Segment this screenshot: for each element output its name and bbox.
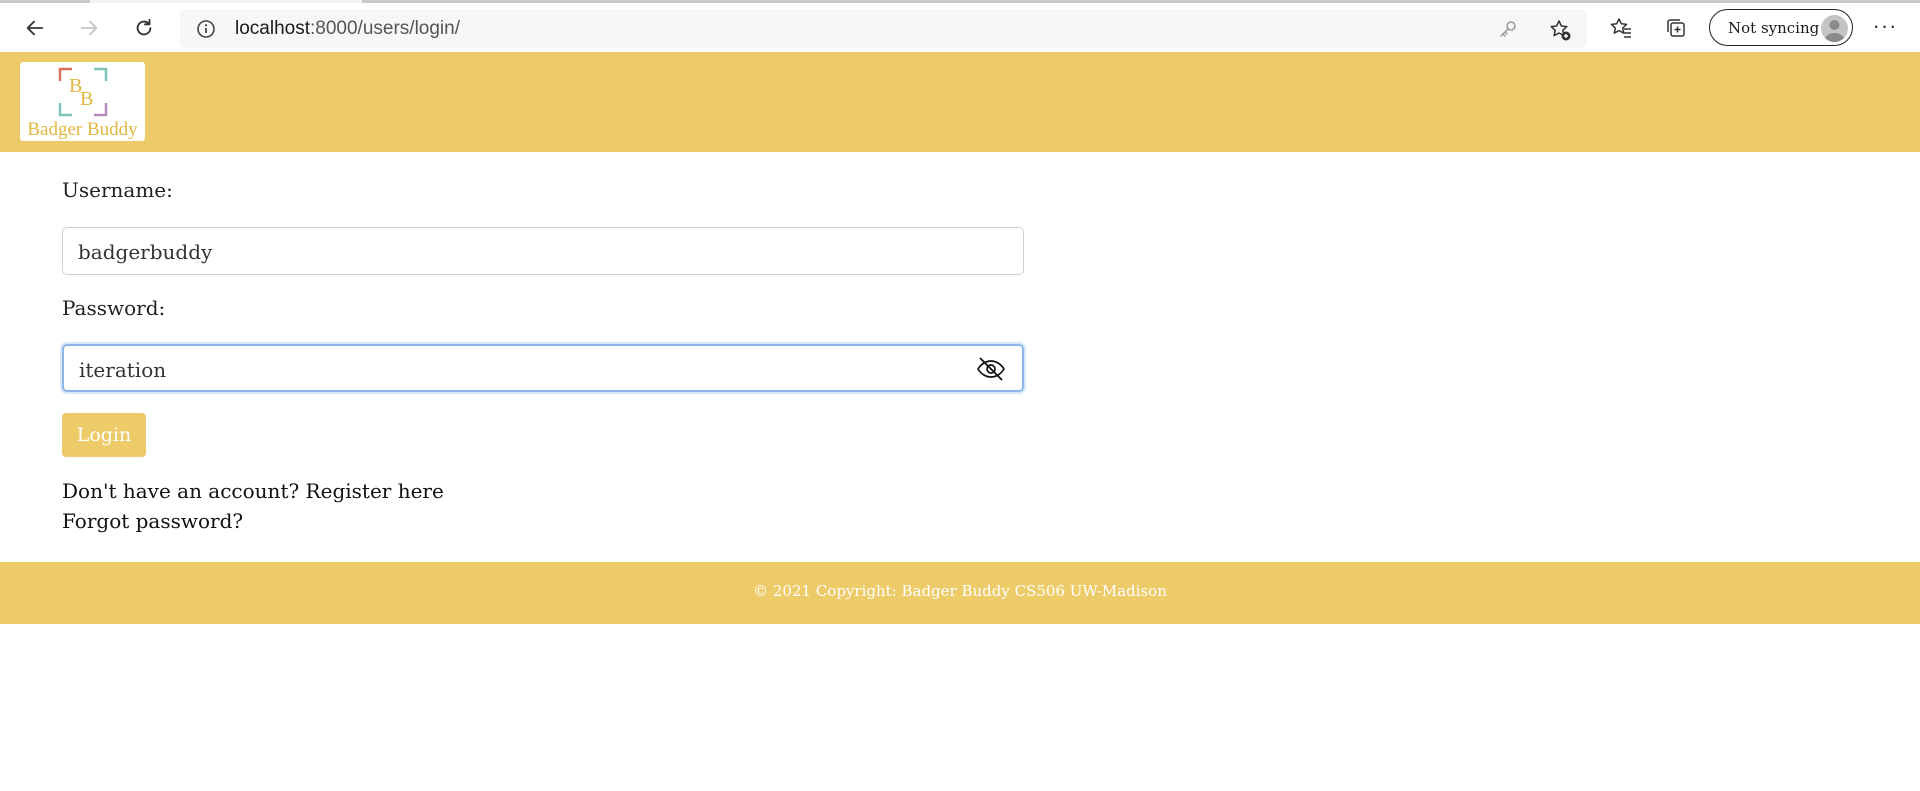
logo-letter: B (80, 88, 93, 110)
register-link[interactable]: Don't have an account? Register here (62, 479, 444, 503)
star-add-icon[interactable] (1548, 18, 1572, 42)
browser-toolbar: localhost:8000/users/login/ Not syncing … (0, 3, 1920, 51)
profile-avatar-icon (1821, 15, 1848, 42)
address-bar[interactable]: localhost:8000/users/login/ (180, 9, 1587, 48)
refresh-button[interactable] (127, 11, 161, 45)
favorites-icon[interactable] (1609, 16, 1633, 40)
username-input[interactable]: badgerbuddy (62, 227, 1024, 275)
url-host: localhost (235, 18, 310, 39)
back-arrow-icon (26, 20, 44, 36)
password-value: iteration (79, 358, 167, 382)
forward-button[interactable] (72, 11, 106, 45)
username-label: Username: (62, 178, 173, 202)
info-icon[interactable] (196, 19, 216, 39)
site-header: B B Badger Buddy (0, 52, 1920, 152)
logo-text: Badger Buddy (27, 119, 138, 140)
url-text[interactable]: localhost:8000/users/login/ (235, 18, 460, 40)
hide-password-icon[interactable] (976, 356, 1006, 382)
collections-icon[interactable] (1664, 16, 1688, 40)
refresh-icon (136, 18, 152, 36)
copyright-text: © 2021 Copyright: Badger Buddy CS506 UW-… (753, 582, 1167, 600)
forgot-password-link[interactable]: Forgot password? (62, 509, 243, 533)
profile-sync-button[interactable]: Not syncing (1709, 9, 1853, 46)
password-label: Password: (62, 296, 166, 320)
site-footer: © 2021 Copyright: Badger Buddy CS506 UW-… (0, 562, 1920, 624)
back-button[interactable] (18, 11, 52, 45)
password-input[interactable]: iteration (62, 344, 1024, 392)
key-icon[interactable] (1498, 19, 1518, 39)
logo[interactable]: B B Badger Buddy (20, 62, 145, 141)
logo-mark: B B (58, 67, 108, 117)
forward-arrow-icon (80, 20, 98, 36)
url-path: :8000/users/login/ (310, 18, 460, 39)
sync-label: Not syncing (1728, 19, 1820, 37)
more-icon[interactable]: ··· (1872, 15, 1898, 40)
username-value: badgerbuddy (78, 240, 213, 264)
login-button[interactable]: Login (62, 413, 146, 457)
